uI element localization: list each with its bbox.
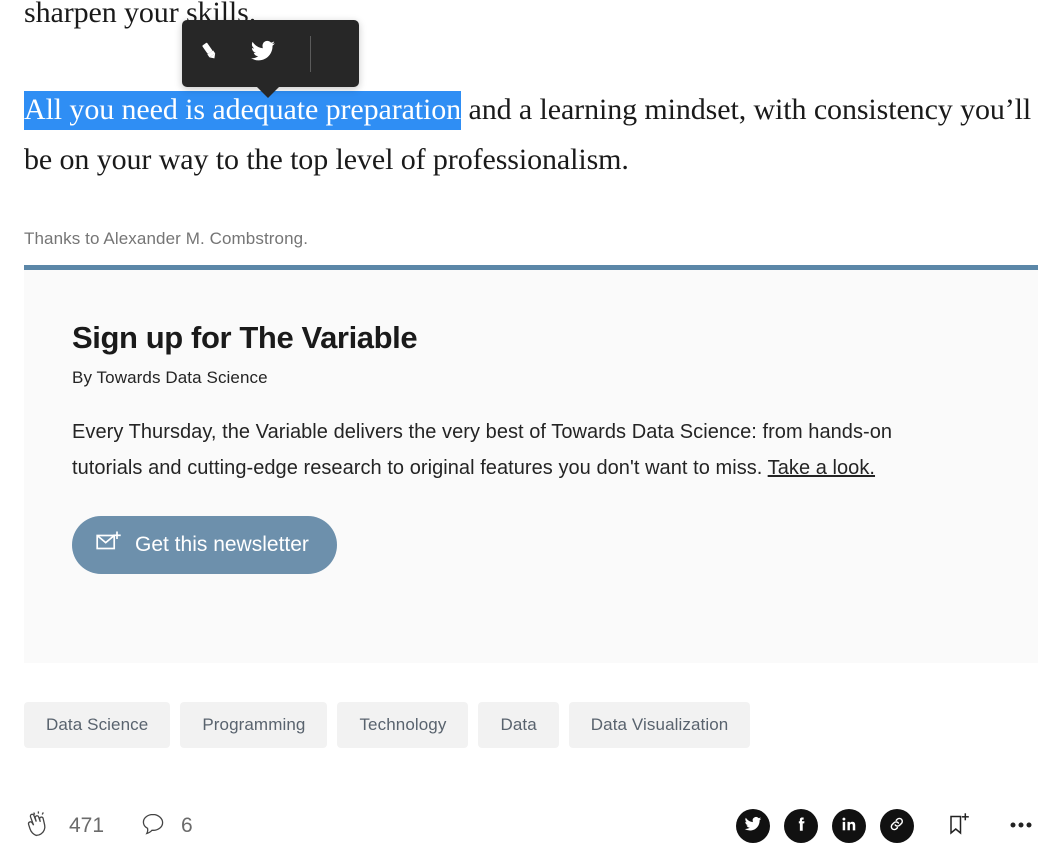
share-actions — [736, 809, 1038, 843]
tooltip-divider — [310, 35, 311, 72]
article-paragraph-previous: sharpen your skills. — [24, 0, 1038, 38]
clap-count: 471 — [69, 814, 105, 837]
engagement-stats: 471 6 — [24, 808, 193, 845]
share-link-button[interactable] — [880, 809, 914, 843]
link-icon — [888, 815, 906, 838]
tag-data-science[interactable]: Data Science — [24, 702, 171, 748]
bookmark-button[interactable] — [942, 809, 976, 843]
clap-icon — [24, 808, 56, 845]
tweet-button[interactable] — [236, 20, 290, 87]
newsletter-card: Sign up for The Variable By Towards Data… — [24, 265, 1038, 663]
more-options-button[interactable] — [1004, 809, 1038, 843]
twitter-icon — [250, 38, 276, 69]
take-a-look-link[interactable]: Take a look. — [768, 457, 875, 479]
envelope-plus-icon — [96, 530, 122, 560]
tag-technology[interactable]: Technology — [337, 702, 469, 748]
linkedin-icon — [840, 815, 858, 838]
selected-text[interactable]: All you need is adequate preparation — [24, 91, 461, 130]
facebook-icon — [792, 815, 810, 838]
thanks-line: Thanks to Alexander M. Combstrong. — [24, 229, 309, 248]
share-twitter-button[interactable] — [736, 809, 770, 843]
get-newsletter-label: Get this newsletter — [135, 533, 309, 556]
article-action-bar: 471 6 — [24, 795, 1038, 857]
highlighter-icon — [198, 40, 220, 67]
ellipsis-icon — [1006, 809, 1036, 844]
bookmark-plus-icon — [944, 809, 974, 844]
share-facebook-button[interactable] — [784, 809, 818, 843]
twitter-icon — [744, 815, 762, 838]
selection-tooltip — [182, 20, 359, 87]
share-linkedin-button[interactable] — [832, 809, 866, 843]
comment-count: 6 — [181, 814, 193, 837]
newsletter-byline: By Towards Data Science — [72, 368, 268, 387]
comment-icon — [138, 809, 168, 844]
tag-data-visualization[interactable]: Data Visualization — [568, 702, 751, 748]
tooltip-arrow — [255, 85, 281, 98]
newsletter-description: Every Thursday, the Variable delivers th… — [72, 414, 952, 486]
comment-button[interactable]: 6 — [138, 809, 193, 844]
article-paragraph: All you need is adequate preparation and… — [24, 85, 1038, 185]
newsletter-title: Sign up for The Variable — [72, 320, 418, 355]
tag-programming[interactable]: Programming — [180, 702, 328, 748]
tag-list: Data Science Programming Technology Data… — [24, 702, 751, 748]
get-newsletter-button[interactable]: Get this newsletter — [72, 516, 337, 574]
highlight-button[interactable] — [182, 20, 236, 87]
tag-data[interactable]: Data — [478, 702, 559, 748]
clap-button[interactable]: 471 — [24, 808, 104, 845]
